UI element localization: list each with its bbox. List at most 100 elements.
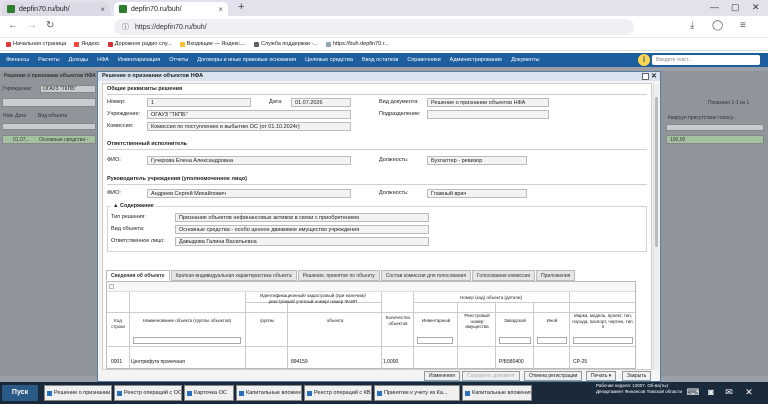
menu-item-admin[interactable]: Администрирование	[450, 57, 502, 63]
close-window-icon[interactable]: ✕	[752, 2, 760, 13]
taskbar-item[interactable]: Решение о признании об...	[44, 385, 112, 401]
account-icon[interactable]: ◯	[712, 20, 723, 31]
section-content-header[interactable]: ▲ Содержание	[111, 203, 156, 209]
browser-tab[interactable]: depfin70.ru/buh/ ×	[2, 2, 110, 16]
tab-attachments[interactable]: Приложения	[536, 270, 576, 281]
minimize-icon[interactable]: —	[710, 2, 719, 12]
camera-icon[interactable]: ◙	[704, 385, 718, 399]
tab-commission[interactable]: Состав комиссии для голосования	[380, 270, 472, 281]
bookmark-item[interactable]: Начальная страница	[6, 41, 66, 47]
taskbar-item[interactable]: Капитальные вложения	[462, 385, 532, 401]
collapse-icon[interactable]: ▲	[113, 203, 120, 209]
head-fio-field[interactable]: Андреев Сергей Михайлович	[147, 189, 351, 198]
bookmark-item[interactable]: Дорожное радио слу...	[107, 41, 172, 47]
keyboard-icon[interactable]: ⌨	[686, 385, 700, 399]
decision-type-field[interactable]: Признание объектов нефинансовых активов …	[175, 213, 429, 222]
column-header[interactable]: Ном	[3, 113, 13, 119]
maximize-icon[interactable]: ▢	[731, 2, 740, 13]
add-row-icon[interactable]	[109, 284, 114, 289]
menu-item-directories[interactable]: Справочники	[407, 57, 440, 63]
row-date: 01.07...	[13, 137, 30, 143]
menu-icon[interactable]: ≡	[740, 20, 746, 31]
responsible-field[interactable]: Давыдова Галина Васильевна	[175, 237, 429, 246]
downloads-icon[interactable]: ⤓	[690, 20, 694, 31]
object-type-field[interactable]: Основные средства - особо ценное движимо…	[175, 225, 429, 234]
changes-button[interactable]: Изменения	[424, 371, 460, 381]
column-header-brand: Марка, модель, проект, тип, порода, пасп…	[572, 313, 634, 329]
browser-tab-active[interactable]: depfin70.ru/buh/ ×	[114, 2, 228, 16]
taskbar-item[interactable]: Реестр операций с ОС	[114, 385, 182, 401]
tab-decision[interactable]: Решение, принятое по объекту	[297, 270, 380, 281]
filter-other-input[interactable]	[537, 337, 567, 344]
print-button[interactable]: Печать ▾	[586, 371, 617, 381]
cell-brand: СР-25	[573, 359, 588, 365]
taskbar-item[interactable]: Принятие к учету из Ка...	[374, 385, 460, 401]
start-button[interactable]: Пуск	[2, 385, 38, 401]
menu-item-target-funds[interactable]: Целевые средства	[305, 57, 353, 63]
org-field[interactable]: ОГАУЗ "ТКПБ"	[40, 85, 96, 93]
scrollbar-thumb[interactable]	[655, 97, 658, 247]
menu-item-reports[interactable]: Отчеты	[169, 57, 188, 63]
address-bar[interactable]: ⓘ https://depfin70.ru/buh/	[114, 19, 634, 35]
head-position-field[interactable]: Главный врач	[427, 189, 527, 198]
menu-item-finance[interactable]: Финансы	[6, 57, 29, 63]
filter-inv-input[interactable]	[417, 337, 453, 344]
info-icon[interactable]: i	[638, 54, 650, 66]
back-icon[interactable]: ←	[8, 20, 18, 31]
page-info-icon[interactable]: ⓘ	[122, 22, 129, 32]
filter-row[interactable]	[2, 123, 96, 130]
forward-icon[interactable]: →	[27, 20, 37, 31]
search-input[interactable]: Введите текст...	[652, 55, 760, 65]
filter-row[interactable]	[666, 124, 764, 131]
executor-fio-field[interactable]: Гучерова Елена Александровна	[147, 156, 351, 165]
org-field[interactable]: ОГАУЗ "ТКПБ"	[147, 110, 351, 119]
close-tab-icon[interactable]: ×	[218, 5, 223, 14]
doctype-field[interactable]: Решение о признании объектов НФА	[427, 98, 549, 107]
column-header[interactable]: Дата	[15, 113, 26, 119]
cancel-registration-button[interactable]: Отмена регистрации	[524, 371, 583, 381]
dialog-scrollbar[interactable]	[653, 83, 659, 370]
menu-item-settlements[interactable]: Расчеты	[38, 57, 59, 63]
bookmark-icon	[253, 41, 259, 47]
number-field[interactable]: 1	[147, 98, 251, 107]
bookmark-item[interactable]: Яндекс	[74, 41, 100, 47]
divider	[107, 94, 647, 95]
bookmarks-bar: Начальная страница Яндекс Дорожное радио…	[0, 38, 768, 51]
close-tab-icon[interactable]: ×	[100, 5, 105, 14]
maximize-icon[interactable]	[642, 73, 649, 80]
reload-icon[interactable]: ↻	[46, 20, 54, 31]
filter-name-input[interactable]	[133, 337, 241, 344]
menu-item-income[interactable]: Доходы	[69, 57, 89, 63]
menu-item-nfa[interactable]: НФА	[97, 57, 109, 63]
tab-voting[interactable]: Голосование комиссии	[472, 270, 536, 281]
bookmark-item[interactable]: Служба поддержки -...	[253, 41, 318, 47]
close-icon[interactable]: ✕	[651, 72, 657, 80]
column-header[interactable]: Кварууп присутствие голосу...	[668, 115, 737, 121]
menu-item-inventory[interactable]: Инвентаризация	[118, 57, 160, 63]
table-row[interactable]: 100,00	[666, 135, 764, 144]
menu-item-documents[interactable]: Документы	[511, 57, 539, 63]
close-session-icon[interactable]: ✕	[742, 385, 756, 399]
menu-item-balances[interactable]: Ввод остатков	[362, 57, 398, 63]
menu-item-contracts[interactable]: Договоры и иные правовые основания	[197, 57, 296, 63]
tab-characteristics[interactable]: Краткая индивидуальная характеристика об…	[170, 270, 297, 281]
dept-field[interactable]	[427, 110, 549, 119]
taskbar-item[interactable]: Капитальные вложения	[236, 385, 302, 401]
filter-fact-input[interactable]	[499, 337, 531, 344]
close-button[interactable]: Закрыть	[622, 371, 652, 381]
table-row[interactable]: 01.07... Основные средства -	[2, 135, 96, 144]
bookmark-item[interactable]: Входящие — Яндекс....	[179, 41, 246, 47]
table-row[interactable]: 0001 Центрифуга прачечная 894159 1,0000 …	[107, 357, 635, 367]
executor-position-field[interactable]: Бухгалтер - ревизор	[427, 156, 527, 165]
taskbar-item[interactable]: Карточка ОС	[184, 385, 234, 401]
new-tab-button[interactable]: +	[238, 1, 244, 13]
tab-object-info[interactable]: Сведения об объекте	[106, 270, 170, 281]
date-field[interactable]: 01.07.2026	[291, 98, 351, 107]
save-button[interactable]: Сохранить документ	[462, 371, 520, 381]
column-header[interactable]: Вид объекта	[38, 113, 67, 119]
commission-field[interactable]: Комиссия по поступлению и выбытию ОС (от…	[147, 122, 351, 131]
taskbar-item[interactable]: Реестр операций с КВ	[304, 385, 372, 401]
mail-icon[interactable]: ✉	[722, 385, 736, 399]
filter-brand-input[interactable]	[573, 337, 633, 344]
bookmark-item[interactable]: https://buh.depfin70.r...	[325, 41, 389, 47]
